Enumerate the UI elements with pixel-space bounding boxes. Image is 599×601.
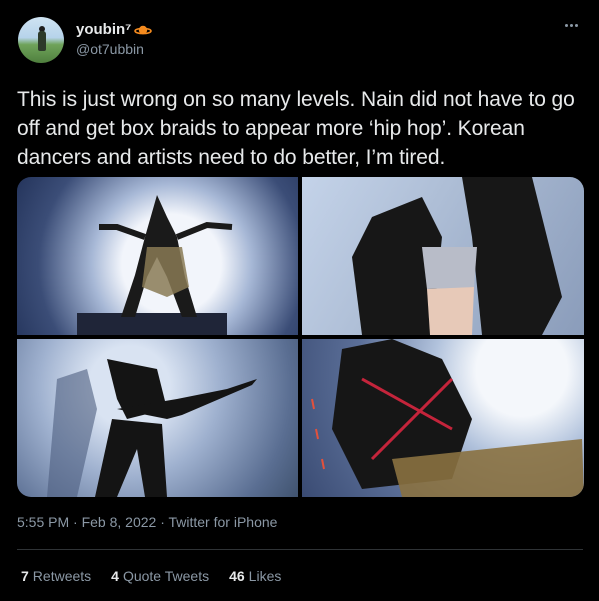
- retweets-stat[interactable]: 7 Retweets: [21, 568, 91, 584]
- tweet-stats: 7 Retweets 4 Quote Tweets 46 Likes: [21, 568, 281, 584]
- planet-icon: [134, 23, 153, 37]
- more-icon[interactable]: [565, 20, 583, 30]
- likes-stat[interactable]: 46 Likes: [229, 568, 281, 584]
- media-photo-4[interactable]: [302, 339, 584, 497]
- media-grid: [17, 177, 584, 497]
- divider: [17, 549, 583, 550]
- handle[interactable]: @ot7ubbin: [76, 41, 144, 57]
- name-row: youbin⁷: [76, 21, 153, 38]
- media-photo-2[interactable]: [302, 177, 584, 335]
- avatar-figure-body: [38, 31, 46, 51]
- tweet-text: This is just wrong on so many levels. Na…: [17, 88, 575, 169]
- tweet-timestamp[interactable]: 5:55 PM · Feb 8, 2022 · Twitter for iPho…: [17, 514, 277, 530]
- tweet-card: youbin⁷ @ot7ubbin This is just wrong on …: [0, 0, 599, 601]
- media-photo-1[interactable]: [17, 177, 298, 335]
- avatar[interactable]: [18, 17, 64, 63]
- quote-tweets-stat[interactable]: 4 Quote Tweets: [111, 568, 209, 584]
- display-name[interactable]: youbin⁷: [76, 21, 131, 38]
- media-photo-3[interactable]: [17, 339, 298, 497]
